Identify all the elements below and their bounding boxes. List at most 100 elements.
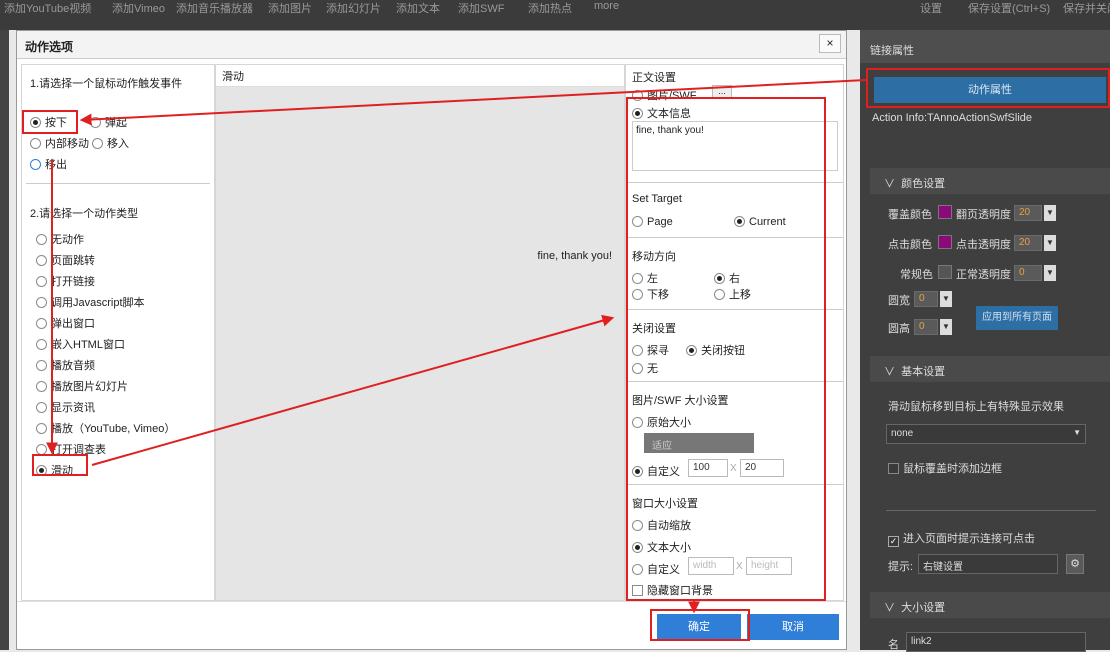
divider <box>626 237 843 238</box>
custom-size-radio[interactable]: 自定义 <box>632 463 680 479</box>
image-width-input[interactable]: 100 <box>688 459 728 477</box>
image-swf-radio[interactable]: 图片/SWF <box>632 87 697 103</box>
action-type-radio[interactable]: 弹出窗口 <box>36 315 95 331</box>
hover-effect-label: 滑动鼠标移到目标上有特殊显示效果 <box>888 401 1064 413</box>
action-type-radio[interactable]: 打开链接 <box>36 273 95 289</box>
event-move-inside-radio[interactable]: 内部移动 <box>30 135 89 151</box>
color-section-title: 颜色设置 <box>901 178 946 190</box>
hide-background-checkbox[interactable]: 隐藏窗口背景 <box>632 582 713 598</box>
event-move-in-radio[interactable]: 移入 <box>92 135 129 151</box>
direction-down-radio[interactable]: 下移 <box>632 286 669 302</box>
size-section-header[interactable]: ∨ 大小设置 <box>870 592 1110 618</box>
action-type-radio[interactable]: 播放（YouTube, Vimeo） <box>36 420 175 436</box>
toolbar-save[interactable]: 保存设置(Ctrl+S) <box>968 0 1050 16</box>
toolbar-add-vimeo[interactable]: 添加Vimeo <box>112 0 165 16</box>
divider <box>626 182 843 183</box>
event-move-in-label: 移入 <box>107 138 129 150</box>
action-type-label: 播放图片幻灯片 <box>51 381 128 393</box>
left-edge-strip <box>0 30 9 650</box>
direction-right-label: 右 <box>729 273 740 285</box>
radio-icon <box>632 345 643 356</box>
name-input[interactable]: link2 <box>906 632 1086 652</box>
toolbar-add-slideshow[interactable]: 添加幻灯片 <box>326 0 381 16</box>
target-page-label: Page <box>647 216 673 228</box>
toolbar-save-close[interactable]: 保存并关闭 <box>1063 0 1110 16</box>
target-page-radio[interactable]: Page <box>632 216 673 228</box>
toolbar-more[interactable]: more <box>594 0 619 12</box>
close-button[interactable]: × <box>819 34 841 53</box>
hint-input[interactable]: 右键设置 <box>918 554 1058 574</box>
ok-button[interactable]: 确定 <box>657 614 741 640</box>
window-size-title: 窗口大小设置 <box>632 498 698 510</box>
close-explore-radio[interactable]: 探寻 <box>632 342 669 358</box>
image-height-input[interactable]: 20 <box>740 459 784 477</box>
action-type-radio[interactable]: 播放图片幻灯片 <box>36 378 128 394</box>
window-custom-label: 自定义 <box>647 564 680 576</box>
overlay-color-swatch[interactable] <box>938 205 952 219</box>
basic-section-header[interactable]: ∨ 基本设置 <box>870 356 1110 382</box>
action-type-radio[interactable]: 显示资讯 <box>36 399 95 415</box>
event-press-radio[interactable]: 按下 <box>30 114 67 130</box>
chevron-down-icon[interactable]: ▼ <box>1044 265 1056 281</box>
toolbar-add-swf[interactable]: 添加SWF <box>458 0 504 16</box>
original-size-radio[interactable]: 原始大小 <box>632 414 691 430</box>
overlay-color-label: 覆盖颜色 <box>888 209 932 221</box>
event-move-out-radio[interactable]: 移出 <box>30 156 67 172</box>
event-release-radio[interactable]: 弹起 <box>90 114 127 130</box>
text-info-textarea[interactable]: fine, thank you! <box>632 121 838 171</box>
cancel-button[interactable]: 取消 <box>747 614 839 640</box>
toolbar-add-youtube[interactable]: 添加YouTube视频 <box>4 0 91 16</box>
event-move-inside-label: 内部移动 <box>45 138 89 150</box>
normal-opacity-select[interactable]: 0 <box>1014 265 1042 281</box>
chevron-down-icon[interactable]: ▼ <box>940 291 952 307</box>
action-type-radio[interactable]: 播放音频 <box>36 357 95 373</box>
toolbar-add-text[interactable]: 添加文本 <box>396 0 440 16</box>
fit-button[interactable]: 适应 <box>644 433 754 453</box>
hint-label: 提示: <box>888 561 914 573</box>
toolbar-add-image[interactable]: 添加图片 <box>268 0 312 16</box>
action-properties-button[interactable]: 动作属性 <box>874 77 1106 103</box>
toolbar-add-music[interactable]: 添加音乐播放器 <box>176 0 253 16</box>
action-type-radio[interactable]: 调用Javascript脚本 <box>36 294 145 310</box>
chevron-down-icon[interactable]: ▼ <box>1044 205 1056 221</box>
action-type-radio[interactable]: 页面跳转 <box>36 252 95 268</box>
image-swf-label: 图片/SWF <box>647 90 697 102</box>
direction-left-radio[interactable]: 左 <box>632 270 658 286</box>
click-color-swatch[interactable] <box>938 235 952 249</box>
corner-width-select[interactable]: 0 <box>914 291 938 307</box>
action-type-radio[interactable]: 打开调查表 <box>36 441 106 457</box>
text-info-radio[interactable]: 文本信息 <box>632 105 691 121</box>
click-opacity-select[interactable]: 20 <box>1014 235 1042 251</box>
auto-scale-radio[interactable]: 自动缩放 <box>632 517 691 533</box>
close-none-radio[interactable]: 无 <box>632 360 658 376</box>
window-height-input[interactable]: height <box>746 557 792 575</box>
direction-right-radio[interactable]: 右 <box>714 270 740 286</box>
gear-icon[interactable]: ⚙ <box>1066 554 1084 574</box>
border-on-hover-checkbox[interactable]: 鼠标覆盖时添加边框 <box>888 460 1002 476</box>
toolbar-settings[interactable]: 设置 <box>920 0 942 16</box>
window-custom-radio[interactable]: 自定义 <box>632 561 680 577</box>
hover-effect-select[interactable]: none ▼ <box>886 424 1086 444</box>
apply-all-pages-button[interactable]: 应用到所有页面 <box>976 306 1058 330</box>
target-current-radio[interactable]: Current <box>734 216 786 228</box>
action-type-radio[interactable]: 嵌入HTML窗口 <box>36 336 125 352</box>
close-button-radio[interactable]: 关闭按钮 <box>686 342 745 358</box>
browse-button[interactable]: ... <box>712 85 732 99</box>
toolbar-add-hotspot[interactable]: 添加热点 <box>528 0 572 16</box>
color-section-header[interactable]: ∨ 颜色设置 <box>870 168 1110 194</box>
checkbox-icon <box>632 585 643 596</box>
preview-text: fine, thank you! <box>537 250 612 262</box>
radio-icon <box>632 466 643 477</box>
direction-up-radio[interactable]: 上移 <box>714 286 751 302</box>
flip-opacity-select[interactable]: 20 <box>1014 205 1042 221</box>
action-type-radio[interactable]: 无动作 <box>36 231 84 247</box>
prompt-clickable-checkbox[interactable]: ✓ 进入页面时提示连接可点击 <box>888 530 1035 547</box>
window-width-input[interactable]: width <box>688 557 734 575</box>
chevron-down-icon[interactable]: ▼ <box>940 319 952 335</box>
normal-color-swatch[interactable] <box>938 265 952 279</box>
corner-height-select[interactable]: 0 <box>914 319 938 335</box>
radio-icon <box>36 402 47 413</box>
text-size-radio[interactable]: 文本大小 <box>632 539 691 555</box>
chevron-down-icon[interactable]: ▼ <box>1044 235 1056 251</box>
action-type-radio[interactable]: 滑动 <box>36 462 73 478</box>
